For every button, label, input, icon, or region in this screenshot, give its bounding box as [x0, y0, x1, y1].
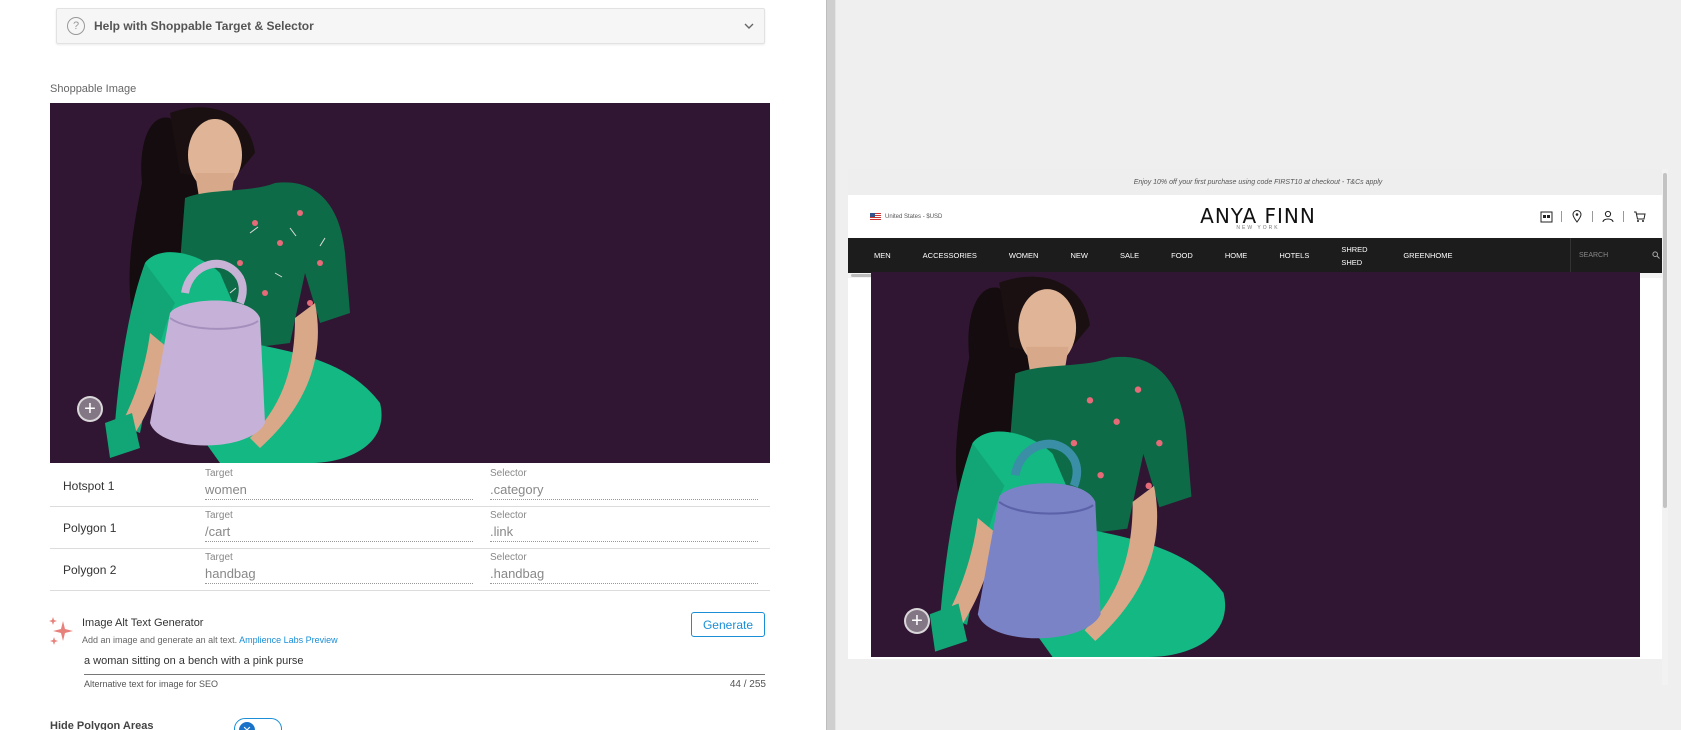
selector-field[interactable]: Selector .handbag: [490, 552, 758, 584]
labs-preview-link[interactable]: Amplience Labs Preview: [239, 635, 338, 645]
search-placeholder: SEARCH: [1579, 252, 1609, 259]
icon-separator: [1623, 210, 1624, 222]
nav-item-new[interactable]: NEW: [1070, 249, 1088, 262]
site-logo-subtitle: NEW YORK: [1236, 225, 1280, 231]
target-label: Target: [205, 552, 233, 563]
nav-item-hotels[interactable]: HOTELS: [1279, 249, 1309, 262]
polygon-row[interactable]: Polygon 2 Target handbag Selector .handb…: [50, 549, 770, 591]
alt-text-helper: Alternative text for image for SEO: [84, 679, 219, 689]
shoppable-image-label: Shoppable Image: [50, 83, 137, 95]
target-field[interactable]: Target /cart: [205, 510, 473, 542]
selector-field[interactable]: Selector .link: [490, 510, 758, 542]
search-icon: [1652, 251, 1660, 259]
target-label: Target: [205, 468, 233, 479]
hotspot-list: Hotspot 1 Target women Selector .categor…: [50, 465, 770, 591]
question-circle-icon: ?: [67, 17, 85, 35]
generate-button[interactable]: Generate: [691, 612, 765, 637]
nav-item-shred-shed[interactable]: SHRED SHED: [1341, 243, 1371, 269]
store-icon[interactable]: [1539, 209, 1553, 223]
alt-text-description: Add an image and generate an alt text. A…: [82, 635, 338, 645]
panel-resizer[interactable]: [826, 0, 836, 730]
icon-separator: [1592, 210, 1593, 222]
help-accordion-label: Help with Shoppable Target & Selector: [94, 19, 314, 33]
target-field[interactable]: Target women: [205, 468, 473, 500]
selector-input[interactable]: .handbag: [490, 566, 758, 584]
hide-polygon-label: Hide Polygon Areas: [50, 720, 154, 730]
nav-item-home[interactable]: HOME: [1225, 249, 1248, 262]
row-name: Polygon 1: [63, 521, 117, 535]
nav-item-accessories[interactable]: ACCESSORIES: [923, 249, 977, 262]
alt-text-counter: 44 / 255: [729, 679, 766, 690]
nav-item-sale[interactable]: SALE: [1120, 249, 1139, 262]
nav-item-men[interactable]: MEN: [874, 249, 891, 262]
icon-separator: [1561, 210, 1562, 222]
chevron-down-icon: [744, 23, 754, 29]
preview-panel: Enjoy 10% off your first purchase using …: [836, 0, 1681, 730]
nav-item-greenhome[interactable]: GREENHOME: [1403, 249, 1452, 262]
site-preview[interactable]: Enjoy 10% off your first purchase using …: [848, 169, 1668, 685]
hide-polygon-toggle[interactable]: ✕: [234, 718, 282, 730]
target-input[interactable]: /cart: [205, 524, 473, 542]
site-nav: MEN ACCESSORIES WOMEN NEW SALE FOOD HOME…: [848, 238, 1668, 273]
selector-label: Selector: [490, 468, 527, 479]
header-icons: [1539, 209, 1646, 223]
site-header: United States - $USD ANYA FINN NEW YORK: [848, 195, 1668, 238]
close-icon: ✕: [239, 722, 255, 730]
alt-text-title: Image Alt Text Generator: [82, 617, 204, 629]
model-photo: [929, 276, 1226, 657]
row-name: Polygon 2: [63, 563, 117, 577]
alt-text-desc-text: Add an image and generate an alt text.: [82, 635, 238, 645]
target-input[interactable]: women: [205, 482, 473, 500]
row-name: Hotspot 1: [63, 479, 115, 493]
nav-item-food[interactable]: FOOD: [1171, 249, 1193, 262]
selector-label: Selector: [490, 510, 527, 521]
preview-shoppable-image[interactable]: +: [871, 272, 1640, 657]
help-accordion[interactable]: ? Help with Shoppable Target & Selector: [56, 8, 765, 44]
model-photo: [105, 107, 382, 463]
target-field[interactable]: Target handbag: [205, 552, 473, 584]
hotspot-marker[interactable]: +: [77, 396, 103, 422]
cart-icon[interactable]: [1632, 209, 1646, 223]
target-label: Target: [205, 510, 233, 521]
promo-banner: Enjoy 10% off your first purchase using …: [848, 169, 1668, 195]
user-icon[interactable]: [1601, 209, 1615, 223]
target-input[interactable]: handbag: [205, 566, 473, 584]
hotspot-row[interactable]: Hotspot 1 Target women Selector .categor…: [50, 465, 770, 507]
alt-text-input[interactable]: a woman sitting on a bench with a pink p…: [84, 655, 765, 675]
editor-panel: ? Help with Shoppable Target & Selector …: [0, 0, 826, 730]
preview-scrollbar[interactable]: [1662, 169, 1668, 685]
polygon-row[interactable]: Polygon 1 Target /cart Selector .link: [50, 507, 770, 549]
scrollbar-thumb[interactable]: [1663, 173, 1667, 508]
site-footer: [848, 659, 1668, 685]
shoppable-image[interactable]: +: [50, 103, 770, 463]
hotspot-marker[interactable]: +: [904, 608, 930, 634]
location-pin-icon[interactable]: [1570, 209, 1584, 223]
selector-field[interactable]: Selector .category: [490, 468, 758, 500]
selector-label: Selector: [490, 552, 527, 563]
selector-input[interactable]: .link: [490, 524, 758, 542]
sparkle-icon: [49, 617, 73, 645]
site-search-input[interactable]: SEARCH: [1570, 238, 1668, 273]
nav-item-women[interactable]: WOMEN: [1009, 249, 1039, 262]
selector-input[interactable]: .category: [490, 482, 758, 500]
